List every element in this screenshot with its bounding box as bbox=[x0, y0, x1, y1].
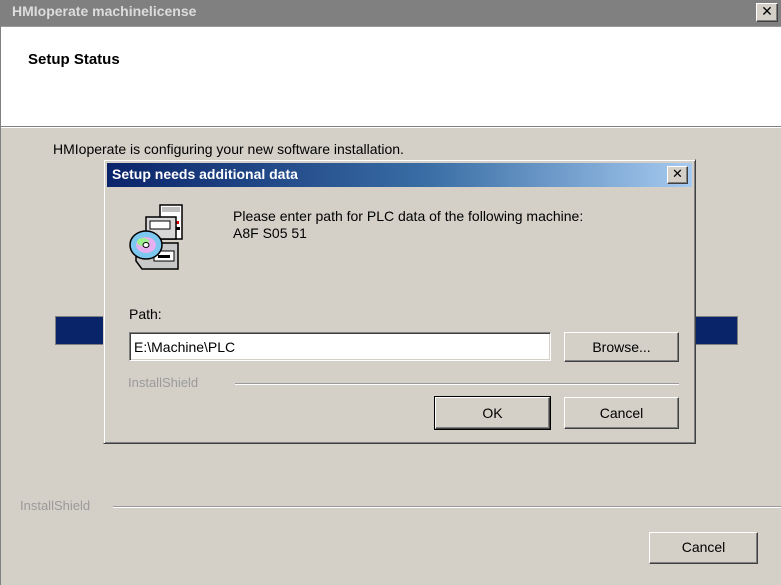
close-icon: ✕ bbox=[672, 167, 683, 182]
divider bbox=[235, 383, 679, 385]
window-title: HMIoperate machinelicense bbox=[12, 3, 197, 19]
browse-button[interactable]: Browse... bbox=[564, 332, 679, 362]
installshield-brand: InstallShield bbox=[128, 375, 199, 390]
divider bbox=[113, 506, 781, 508]
path-label: Path: bbox=[129, 306, 162, 322]
window-titlebar[interactable]: HMIoperate machinelicense ✕ bbox=[1, 0, 781, 27]
dialog-close-button[interactable]: ✕ bbox=[667, 166, 688, 184]
dialog-titlebar[interactable]: Setup needs additional data ✕ bbox=[107, 163, 692, 187]
page-title: Setup Status bbox=[28, 51, 120, 68]
dialog-title: Setup needs additional data bbox=[112, 166, 298, 182]
close-icon: ✕ bbox=[761, 4, 773, 20]
additional-data-dialog: Setup needs additional data ✕ Please ent… bbox=[103, 159, 696, 444]
setup-disk-icon bbox=[129, 204, 183, 270]
dialog-cancel-button[interactable]: Cancel bbox=[564, 397, 679, 429]
machine-id: A8F S05 51 bbox=[233, 225, 307, 241]
path-input[interactable] bbox=[129, 332, 551, 361]
status-text: HMIoperate is configuring your new softw… bbox=[53, 141, 404, 157]
dialog-message: Please enter path for PLC data of the fo… bbox=[233, 208, 583, 242]
header-panel: Setup Status bbox=[1, 27, 781, 127]
message-line: Please enter path for PLC data of the fo… bbox=[233, 208, 584, 224]
cancel-button[interactable]: Cancel bbox=[649, 532, 758, 564]
ok-button[interactable]: OK bbox=[434, 396, 551, 430]
progress-bar-right-segment bbox=[693, 316, 738, 345]
installshield-brand: InstallShield bbox=[20, 498, 91, 513]
window-close-button[interactable]: ✕ bbox=[756, 3, 778, 22]
